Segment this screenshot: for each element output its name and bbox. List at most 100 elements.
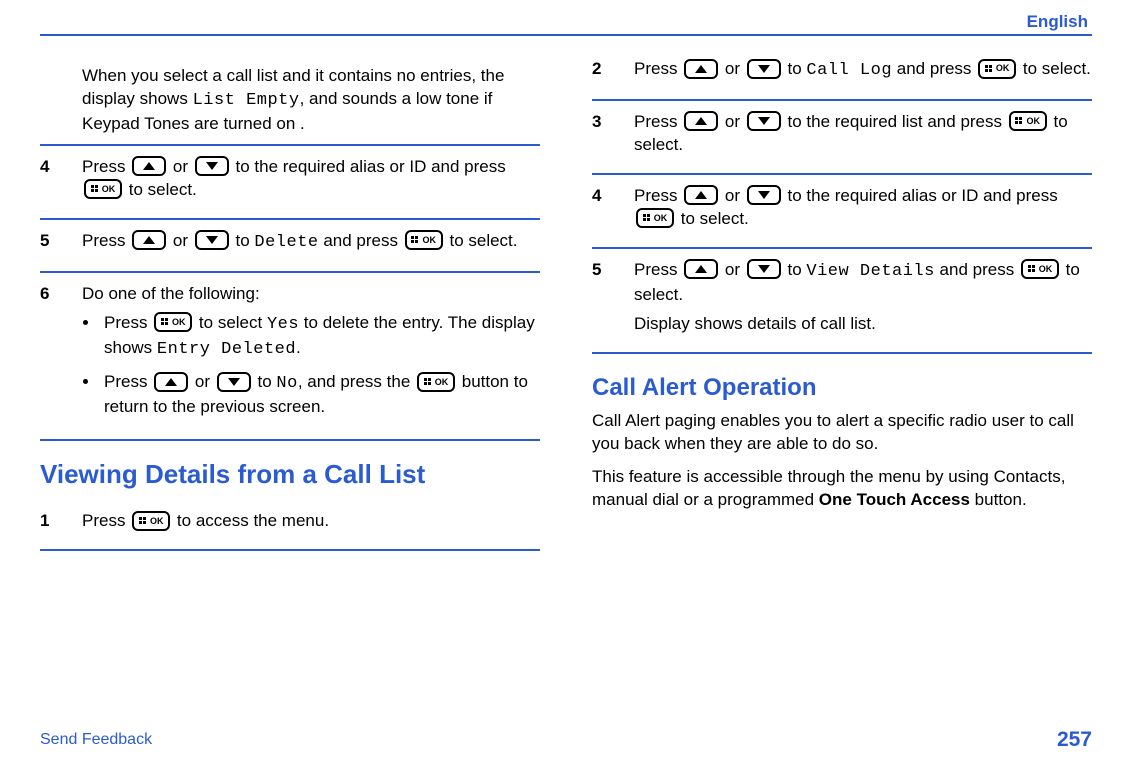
left-column: When you select a call list and it conta… [40,48,540,551]
text: Press [82,511,130,530]
mono-text: Call Log [806,61,892,80]
ok-label: OK [654,212,668,224]
mono-text: Yes [267,315,299,334]
text: Display shows details of call list. [634,313,1092,336]
text: to the required alias or ID and press [236,157,506,176]
step-number: 4 [40,156,82,179]
step-2: 2 Press or to Call Log and press OK to s… [592,48,1092,99]
text: to select. [449,231,517,250]
text: button. [970,490,1027,509]
step-number: 1 [40,510,82,533]
body-paragraph: This feature is accessible through the m… [592,466,1092,512]
down-arrow-icon [195,156,229,176]
text: or [725,112,745,131]
text: and press [319,231,403,250]
text: Press [104,372,152,391]
text: to the required alias or ID and press [788,186,1058,205]
ok-label: OK [996,62,1010,74]
ok-button-icon: OK [84,179,122,199]
up-arrow-icon [154,372,188,392]
step-body: Press or to the required alias or ID and… [82,156,540,208]
text: Press [634,260,682,279]
step-body: Press or to View Details and press OK to… [634,259,1092,342]
text: or [195,372,215,391]
step-number: 4 [592,185,634,208]
ok-button-icon: OK [132,511,170,531]
content-columns: When you select a call list and it conta… [40,48,1092,551]
ok-label: OK [1039,263,1053,275]
step-body: Press or to Delete and press OK to selec… [82,230,540,261]
down-arrow-icon [747,185,781,205]
page-number: 257 [1057,728,1092,752]
step-4: 4 Press or to the required alias or ID a… [40,144,540,218]
text: to access the menu. [177,511,329,530]
up-arrow-icon [684,185,718,205]
step-4: 4 Press or to the required alias or ID a… [592,173,1092,247]
ok-button-icon: OK [636,208,674,228]
mono-text: Delete [254,233,318,252]
text: Press [634,112,682,131]
footer: Send Feedback 257 [40,728,1092,752]
text: . [296,338,301,357]
text: Do one of the following: [82,283,540,306]
text: Press [82,157,130,176]
step-body: Press OK to access the menu. [82,510,540,539]
step-number: 3 [592,111,634,134]
ok-button-icon: OK [154,312,192,332]
step-body: Do one of the following: Press OK to sel… [82,283,540,430]
language-label: English [40,12,1092,36]
up-arrow-icon [684,59,718,79]
ok-label: OK [172,316,186,328]
mono-text: List Empty [193,91,300,110]
mono-text: View Details [806,262,934,281]
text: to the required list and press [788,112,1007,131]
text: to [788,59,807,78]
text: to [236,231,255,250]
step-number: 5 [592,259,634,282]
down-arrow-icon [195,230,229,250]
mono-text: Entry Deleted [157,340,296,359]
text: or [725,59,745,78]
text: to [788,260,807,279]
text: to [258,372,277,391]
ok-label: OK [1026,115,1040,127]
down-arrow-icon [747,259,781,279]
text: Press [82,231,130,250]
text: Press [104,313,152,332]
ok-label: OK [435,376,449,388]
step-body: Press or to the required list and press … [634,111,1092,163]
step-5: 5 Press or to Delete and press OK to sel… [40,218,540,271]
text: Press [634,186,682,205]
right-column: 2 Press or to Call Log and press OK to s… [592,48,1092,551]
step-5: 5 Press or to View Details and press OK … [592,247,1092,354]
ok-button-icon: OK [405,230,443,250]
up-arrow-icon [684,259,718,279]
text: or [173,157,193,176]
step-body: Press or to Call Log and press OK to sel… [634,58,1092,89]
mono-text: No [276,374,297,393]
bold-text: One Touch Access [819,490,970,509]
ok-button-icon: OK [1009,111,1047,131]
text: and press [935,260,1019,279]
step-3: 3 Press or to the required list and pres… [592,99,1092,173]
ok-button-icon: OK [978,59,1016,79]
list-item: Press or to No, and press the OK button … [100,371,540,419]
down-arrow-icon [747,111,781,131]
section-heading: Viewing Details from a Call List [40,457,540,492]
section-heading: Call Alert Operation [592,372,1092,404]
up-arrow-icon [132,156,166,176]
intro-paragraph: When you select a call list and it conta… [82,65,540,136]
step-number: 6 [40,283,82,306]
step-number: 2 [592,58,634,81]
text: or [725,186,745,205]
down-arrow-icon [217,372,251,392]
ok-label: OK [422,234,436,246]
text: and press [892,59,976,78]
bullet-list: Press OK to select Yes to delete the ent… [82,312,540,420]
step-1: 1 Press OK to access the menu. [40,500,540,551]
send-feedback-link[interactable]: Send Feedback [40,731,152,749]
up-arrow-icon [684,111,718,131]
text: Press [634,59,682,78]
step-6: 6 Do one of the following: Press OK to s… [40,271,540,442]
text: to select. [1023,59,1091,78]
